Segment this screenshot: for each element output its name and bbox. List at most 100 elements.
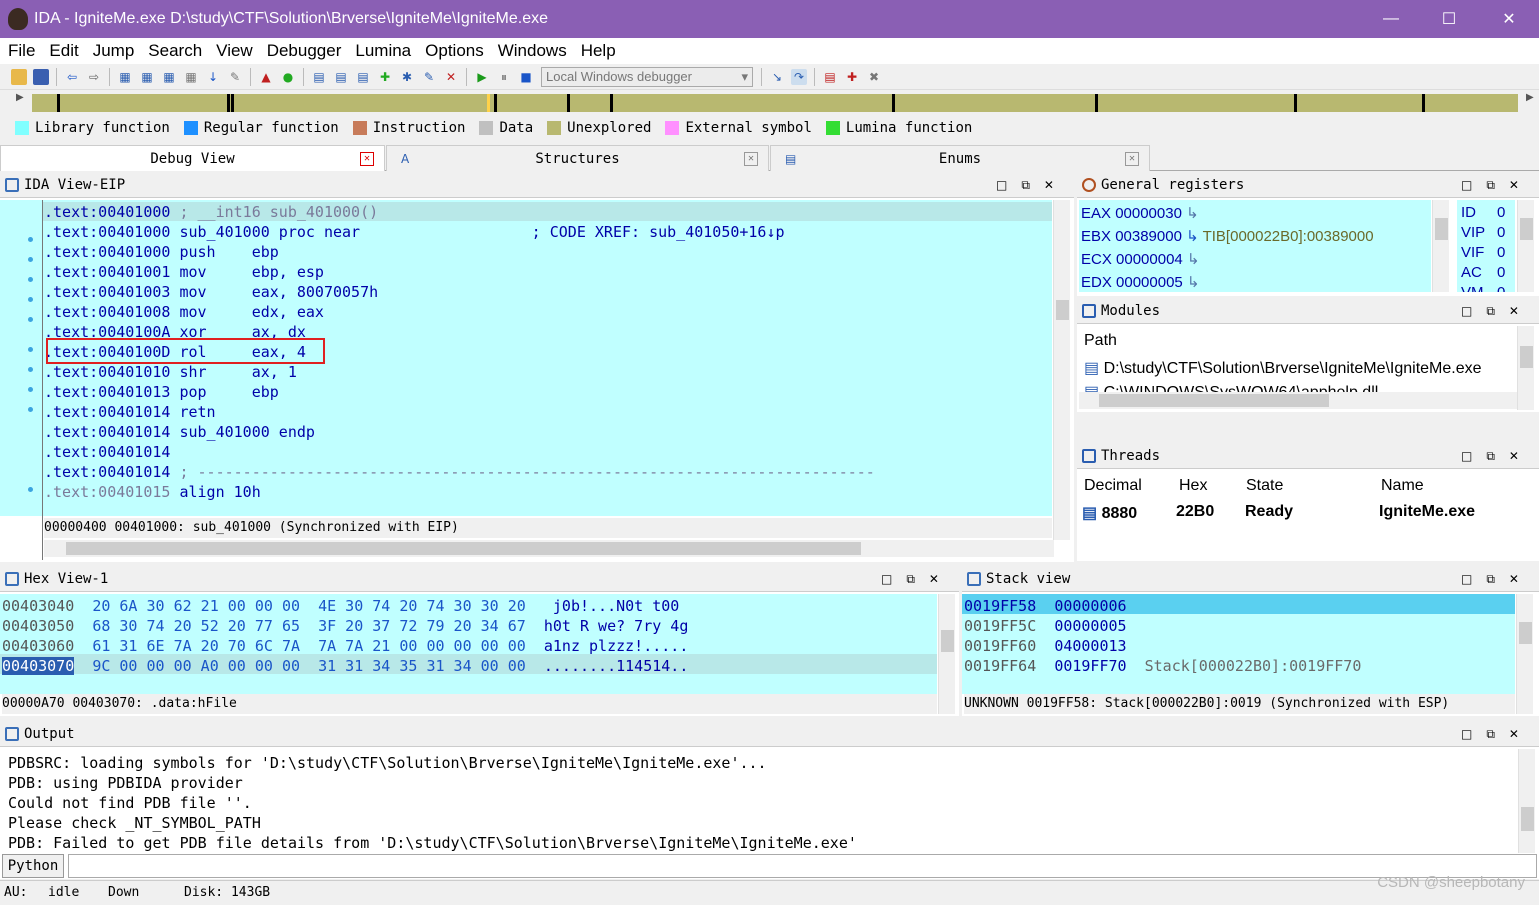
disasm-line[interactable]: .text:00401003 mov eax, 80070057h xyxy=(44,282,378,302)
tab-structures[interactable]: A Structures ✕ xyxy=(386,145,769,171)
disasm-line[interactable]: .text:00401014 retn xyxy=(44,402,216,422)
hex-row[interactable]: 00403050 68 30 74 20 52 20 77 65 3F 20 3… xyxy=(2,616,688,636)
menu-file[interactable]: File xyxy=(8,41,35,61)
tracing-icon[interactable]: ✚ xyxy=(844,69,860,85)
threads-col-hex[interactable]: Hex xyxy=(1179,477,1207,495)
threads-col-state[interactable]: State xyxy=(1246,477,1283,495)
flags-vscroll[interactable] xyxy=(1517,200,1534,292)
forward-icon[interactable]: ⇨ xyxy=(86,69,102,85)
menu-options[interactable]: Options xyxy=(425,41,484,61)
panel-buttons[interactable]: □⧉✕ xyxy=(881,566,953,592)
analyze-icon[interactable]: ✎ xyxy=(227,69,243,85)
breakpoint-dot[interactable] xyxy=(28,237,33,242)
module-row[interactable]: ▤ C:\WINDOWS\SysWOW64\apphelp.dll xyxy=(1084,382,1378,392)
modules-hscroll[interactable] xyxy=(1079,392,1517,409)
flags-list[interactable]: ID0 VIP0 VIF0 AC0 VM0 xyxy=(1457,200,1515,292)
hex-vscroll[interactable] xyxy=(938,594,955,714)
registers-list[interactable]: EAX 00000030 ↳ EBX 00389000 ↳ TIB[000022… xyxy=(1079,200,1431,292)
search-text-icon[interactable]: ▦ xyxy=(117,69,133,85)
stop-icon[interactable]: ■ xyxy=(518,69,534,85)
disasm-line[interactable]: .text:00401015 align 10h xyxy=(44,482,261,502)
thread-row[interactable]: ▤ 8880 xyxy=(1082,503,1137,523)
stack-row[interactable]: 0019FF5C 00000005 xyxy=(964,616,1127,636)
panel-buttons[interactable]: □⧉✕ xyxy=(1461,443,1533,469)
step-into-icon[interactable]: ↘ xyxy=(769,69,785,85)
modules-path-header[interactable]: Path xyxy=(1084,332,1117,350)
breakpoint-dot[interactable] xyxy=(28,347,33,352)
threads-col-name[interactable]: Name xyxy=(1381,477,1424,495)
save-icon[interactable] xyxy=(33,68,49,85)
green-circle-icon[interactable]: ● xyxy=(280,69,296,85)
panel-buttons[interactable]: □⧉✕ xyxy=(1461,298,1533,324)
nav-right-icon[interactable]: ▶ xyxy=(1526,92,1534,103)
hex-row[interactable]: 00403060 61 31 6E 7A 20 70 6C 7A 7A 7A 2… xyxy=(2,636,688,656)
add-breakpoint-icon[interactable]: ✚ xyxy=(377,69,393,85)
ida-view-hscroll[interactable] xyxy=(44,540,1054,557)
menu-jump[interactable]: Jump xyxy=(93,41,135,61)
disasm-line[interactable]: .text:00401001 mov ebp, esp xyxy=(44,262,324,282)
menu-debugger[interactable]: Debugger xyxy=(267,41,342,61)
threads-col-decimal[interactable]: Decimal xyxy=(1084,477,1142,495)
close-tab-icon[interactable]: ✕ xyxy=(360,152,374,166)
breakpoint-dot[interactable] xyxy=(28,487,33,492)
disasm-line[interactable]: .text:00401014 sub_401000 endp xyxy=(44,422,315,442)
menu-edit[interactable]: Edit xyxy=(49,41,78,61)
breakpoint-dot[interactable] xyxy=(28,257,33,262)
delete-icon[interactable]: ✕ xyxy=(443,69,459,85)
step-over-icon[interactable]: ↷ xyxy=(791,68,807,85)
ida-view-vscroll[interactable] xyxy=(1053,200,1070,540)
panel-buttons[interactable]: □⧉✕ xyxy=(996,172,1068,198)
pause-icon[interactable]: ⏸ xyxy=(496,69,512,85)
panel-buttons[interactable]: □⧉✕ xyxy=(1461,721,1533,747)
menu-search[interactable]: Search xyxy=(148,41,202,61)
search-immediate-icon[interactable]: ▦ xyxy=(161,69,177,85)
module-row[interactable]: ▤ D:\study\CTF\Solution\Brverse\IgniteMe… xyxy=(1084,358,1482,378)
disasm-line[interactable]: .text:00401000 ; __int16 sub_401000() xyxy=(44,202,378,222)
breakpoint-dot[interactable] xyxy=(28,297,33,302)
close-button[interactable]: ✕ xyxy=(1484,0,1534,38)
add-segment-icon[interactable]: ▤ xyxy=(311,69,327,85)
tools-icon[interactable]: ✖ xyxy=(866,69,882,85)
hex-row[interactable]: 00403070 9C 00 00 00 A0 00 00 00 31 31 3… xyxy=(2,656,688,676)
search-next-icon[interactable]: ▦ xyxy=(183,69,199,85)
disasm-line[interactable]: .text:00401010 shr ax, 1 xyxy=(44,362,297,382)
python-button[interactable]: Python xyxy=(2,854,64,878)
tab-debug-view[interactable]: Debug View ✕ xyxy=(0,145,385,171)
minimize-button[interactable]: — xyxy=(1366,0,1416,38)
edit-icon[interactable]: ✎ xyxy=(421,69,437,85)
disasm-line[interactable]: .text:00401014 xyxy=(44,442,170,462)
panel-buttons[interactable]: □⧉✕ xyxy=(1461,566,1533,592)
disasm-line[interactable]: .text:00401000 push ebp xyxy=(44,242,279,262)
search-binary-icon[interactable]: ▦ xyxy=(139,69,155,85)
close-tab-icon[interactable]: ✕ xyxy=(1125,152,1139,166)
panel-buttons[interactable]: □⧉✕ xyxy=(1461,172,1533,198)
open-icon[interactable] xyxy=(11,68,27,85)
breakpoint-dot[interactable] xyxy=(28,387,33,392)
jump-down-icon[interactable]: ↓ xyxy=(205,69,221,85)
modules-vscroll[interactable] xyxy=(1517,326,1534,410)
tab-enums[interactable]: ▤ Enums ✕ xyxy=(770,145,1150,171)
maximize-button[interactable]: ☐ xyxy=(1424,0,1474,38)
breakpoint-dot[interactable] xyxy=(28,367,33,372)
hex-row[interactable]: 00403040 20 6A 30 62 21 00 00 00 4E 30 7… xyxy=(2,596,688,616)
nav-left-icon[interactable]: ▶ xyxy=(16,92,24,103)
menu-view[interactable]: View xyxy=(216,41,253,61)
debugger-select[interactable]: Local Windows debugger xyxy=(541,66,753,87)
stack-row[interactable]: 0019FF60 04000013 xyxy=(964,636,1127,656)
output-vscroll[interactable] xyxy=(1518,749,1535,853)
disasm-line[interactable]: .text:00401008 mov edx, eax xyxy=(44,302,324,322)
stack-row[interactable]: 0019FF64 0019FF70 Stack[000022B0]:0019FF… xyxy=(964,656,1361,676)
disasm-line[interactable]: .text:00401014 ; -----------------------… xyxy=(44,462,875,482)
play-icon[interactable]: ▶ xyxy=(474,69,490,85)
disasm-line[interactable]: .text:00401013 pop ebp xyxy=(44,382,279,402)
disasm-line[interactable]: .text:00401000 sub_401000 proc near ; CO… xyxy=(44,222,785,242)
breakpoint-dot[interactable] xyxy=(28,277,33,282)
menu-windows[interactable]: Windows xyxy=(498,41,567,61)
registers-vscroll[interactable] xyxy=(1432,200,1449,292)
add-struct-icon[interactable]: ▤ xyxy=(333,69,349,85)
navigation-band[interactable]: ▶ ▶ xyxy=(10,90,1538,116)
stack-vscroll[interactable] xyxy=(1516,594,1533,714)
breakpoint-dot[interactable] xyxy=(28,317,33,322)
menu-help[interactable]: Help xyxy=(581,41,616,61)
back-icon[interactable]: ⇦ xyxy=(64,69,80,85)
